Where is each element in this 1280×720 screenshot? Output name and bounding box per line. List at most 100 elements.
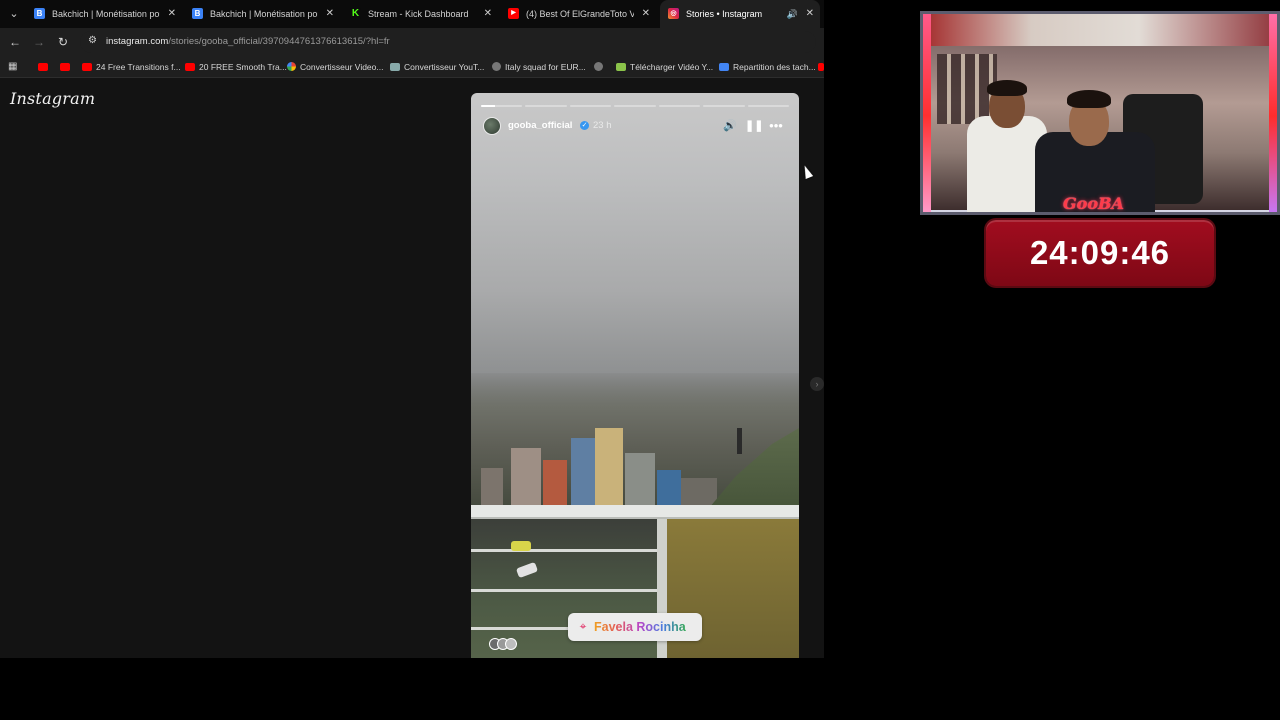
bookmark-label: Repartition des tach... bbox=[733, 62, 816, 72]
tab-label: Stream - Kick Dashboard bbox=[368, 9, 469, 19]
story-age: 23 h bbox=[593, 120, 612, 131]
close-icon[interactable]: ✕ bbox=[484, 0, 492, 28]
stream-timer: 24:09:46 bbox=[986, 220, 1214, 286]
volume-icon[interactable]: 🔊 bbox=[723, 119, 737, 133]
bookmark-label: 24 Free Transitions f... bbox=[96, 62, 181, 72]
pause-icon[interactable]: ❚❚ bbox=[745, 119, 763, 133]
bookmark-italy-squad[interactable]: Italy squad for EUR... bbox=[492, 56, 586, 78]
progress-segment bbox=[481, 105, 523, 107]
back-arrow-icon[interactable]: ← bbox=[7, 34, 23, 50]
webcam-brand-logo: GooBA bbox=[1063, 194, 1124, 213]
tab-bakchich-2[interactable]: B Bakchich | Monétisation pour le ✕ bbox=[184, 0, 340, 28]
close-icon[interactable]: ✕ bbox=[326, 0, 334, 28]
location-sticker[interactable]: ⌖ Favela Rocinha bbox=[568, 613, 702, 641]
globe-icon bbox=[594, 62, 603, 71]
bookmark-overflow[interactable] bbox=[818, 56, 824, 78]
bookmark-label: Italy squad for EUR... bbox=[505, 62, 586, 72]
timer-value: 24:09:46 bbox=[1029, 234, 1171, 271]
webcam-room-ceiling bbox=[923, 14, 1277, 46]
bookmark-youtube-1[interactable] bbox=[38, 56, 52, 78]
tab-label: Bakchich | Monétisation pour le bbox=[210, 9, 318, 19]
tab-bakchich-1[interactable]: B Bakchich | Monétisation pour le ✕ bbox=[26, 0, 182, 28]
speaker-icon[interactable]: 🔊 bbox=[787, 0, 798, 28]
converter-icon bbox=[390, 63, 400, 71]
avatar[interactable] bbox=[483, 117, 501, 135]
bookmarks-bar: ▦ 24 Free Transitions f... 20 FREE Smoot… bbox=[0, 56, 824, 78]
youtube-icon bbox=[82, 63, 92, 71]
globe-icon bbox=[492, 62, 501, 71]
browser-window: ⌄ B Bakchich | Monétisation pour le ✕ B … bbox=[0, 0, 824, 658]
bookmark-label: 20 FREE Smooth Tra... bbox=[199, 62, 287, 72]
bookmark-24-free-transitions[interactable]: 24 Free Transitions f... bbox=[82, 56, 181, 78]
browser-toolbar: ← → ↻ ⚙ instagram.com/stories/gooba_offi… bbox=[0, 28, 824, 56]
viewer-avatars[interactable] bbox=[489, 638, 523, 650]
instagram-logo[interactable]: Instagram bbox=[10, 89, 95, 108]
bookmark-repartition[interactable]: Repartition des tach... bbox=[719, 56, 816, 78]
progress-segment bbox=[747, 105, 789, 107]
progress-segment-fill bbox=[481, 105, 496, 107]
instagram-page: Instagram gooba_official ✓ 23 h 🔊 ❚❚ ••• bbox=[0, 79, 824, 658]
close-icon[interactable]: ✕ bbox=[806, 0, 814, 28]
youtube-icon bbox=[185, 63, 195, 71]
story-header: gooba_official ✓ 23 h 🔊 ❚❚ ••• bbox=[483, 117, 787, 137]
more-options-icon[interactable]: ••• bbox=[769, 119, 783, 133]
forward-arrow-icon[interactable]: → bbox=[31, 34, 47, 50]
download-icon bbox=[616, 63, 626, 71]
bookmark-convertisseur-youtube[interactable]: Convertisseur YouT... bbox=[390, 56, 484, 78]
story-progress-bar bbox=[481, 105, 789, 107]
webcam-led-left bbox=[923, 14, 931, 212]
tab-label: (4) Best Of ElGrandeToto V1 - Y bbox=[526, 9, 634, 19]
webcam-led-right bbox=[1269, 14, 1277, 212]
screen: ⌄ B Bakchich | Monétisation pour le ✕ B … bbox=[0, 0, 1280, 720]
progress-segment bbox=[658, 105, 701, 107]
bookmark-globe[interactable] bbox=[594, 56, 607, 78]
progress-segment bbox=[614, 105, 656, 107]
bookmark-20-free-smooth[interactable]: 20 FREE Smooth Tra... bbox=[185, 56, 287, 78]
bookmark-convertisseur-video[interactable]: Convertisseur Video... bbox=[287, 56, 383, 78]
youtube-icon bbox=[38, 63, 48, 71]
google-icon bbox=[287, 62, 296, 71]
tab-strip: ⌄ B Bakchich | Monétisation pour le ✕ B … bbox=[0, 0, 824, 28]
instagram-icon: ◎ bbox=[668, 8, 679, 19]
bakchich-icon: B bbox=[34, 8, 45, 19]
progress-segment bbox=[569, 105, 612, 107]
tab-label: Bakchich | Monétisation pour le bbox=[52, 9, 160, 19]
verified-badge-icon: ✓ bbox=[580, 121, 589, 130]
address-bar[interactable]: ⚙ instagram.com/stories/gooba_official/3… bbox=[80, 31, 816, 53]
bookmark-label: Convertisseur Video... bbox=[300, 62, 384, 72]
balcony-railing bbox=[471, 505, 799, 519]
url-path: /stories/gooba_official/3970944761376613… bbox=[168, 36, 390, 47]
tab-label: Stories • Instagram bbox=[686, 9, 763, 19]
bakchich-icon: B bbox=[192, 8, 203, 19]
close-icon[interactable]: ✕ bbox=[642, 0, 650, 28]
reload-icon[interactable]: ↻ bbox=[55, 34, 71, 50]
bookmark-label: Télécharger Vidéo Y... bbox=[630, 62, 714, 72]
webcam-overlay: GooBA bbox=[920, 11, 1280, 215]
bookmark-telecharger-video[interactable]: Télécharger Vidéo Y... bbox=[616, 56, 713, 78]
apps-grid-icon[interactable]: ▦ bbox=[8, 61, 19, 72]
tab-youtube-best-of[interactable]: ▶ (4) Best Of ElGrandeToto V1 - Y ✕ bbox=[500, 0, 656, 28]
antenna-mast bbox=[737, 428, 742, 454]
tab-kick-dashboard[interactable]: K Stream - Kick Dashboard ✕ bbox=[342, 0, 498, 28]
url-host: instagram.com bbox=[106, 36, 169, 47]
youtube-icon bbox=[60, 63, 70, 71]
story-username[interactable]: gooba_official bbox=[508, 120, 572, 131]
story-photo-city bbox=[471, 373, 799, 508]
progress-segment bbox=[703, 105, 745, 107]
bookmark-label: Convertisseur YouT... bbox=[404, 62, 485, 72]
bookmark-youtube-2[interactable] bbox=[60, 56, 74, 78]
site-info-icon[interactable]: ⚙ bbox=[88, 35, 100, 47]
url-text[interactable]: instagram.com/stories/gooba_official/397… bbox=[106, 31, 390, 53]
kick-icon: K bbox=[350, 8, 361, 19]
youtube-icon bbox=[818, 63, 824, 71]
docs-icon bbox=[719, 63, 729, 71]
close-icon[interactable]: ✕ bbox=[168, 0, 176, 28]
location-pin-icon: ⌖ bbox=[579, 619, 587, 633]
next-story-icon[interactable]: › bbox=[810, 377, 824, 391]
story-viewer[interactable]: gooba_official ✓ 23 h 🔊 ❚❚ ••• ⌖ Favela … bbox=[471, 93, 799, 658]
tab-search-chevron-icon[interactable]: ⌄ bbox=[6, 6, 22, 22]
progress-segment bbox=[525, 105, 567, 107]
youtube-icon: ▶ bbox=[508, 8, 519, 19]
location-label: Favela Rocinha bbox=[594, 613, 686, 641]
tab-instagram-stories[interactable]: ◎ Stories • Instagram 🔊 ✕ bbox=[660, 0, 820, 28]
